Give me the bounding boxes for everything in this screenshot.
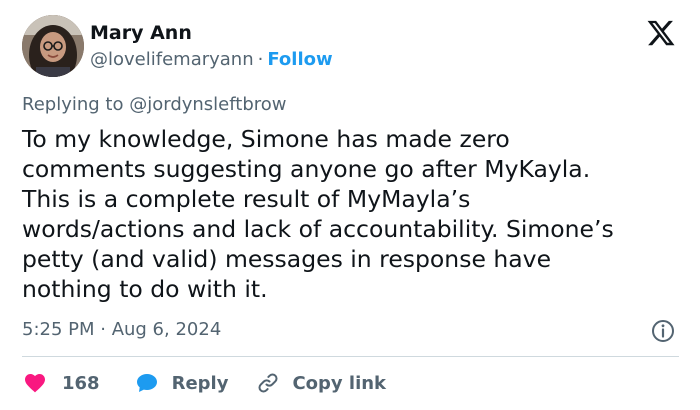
link-icon [258,373,278,393]
speech-bubble-icon [136,374,157,392]
author-handle-row: @lovelifemaryann · Follow [90,49,333,70]
heart-icon [25,374,45,393]
tweet-text: To my knowledge, Simone has made zero co… [22,124,682,304]
tweet-line: To my knowledge, Simone has made zero [22,125,510,153]
tweet-card: Mary Ann @lovelifemaryann · Follow Replyin… [0,0,700,410]
reply-button[interactable]: Reply [134,371,229,395]
tweet-timestamp[interactable]: 5:25 PM · Aug 6, 2024 [22,319,221,340]
avatar-image [22,15,84,77]
divider [22,356,679,357]
follow-button[interactable]: Follow [267,49,332,70]
copy-link-label: Copy link [292,372,387,394]
tweet-actions: 168 Reply Copy link [22,369,386,397]
avatar[interactable] [22,15,84,77]
tweet-line: comments suggesting anyone go after MyKa… [22,155,591,183]
tweet-line: words/actions and lack of accountability… [22,215,614,243]
tweet-line: This is a complete result of MyMayla’s [22,185,471,213]
x-logo-icon[interactable] [645,18,677,48]
like-button[interactable]: 168 [22,371,100,395]
separator-dot: · [257,49,264,70]
info-icon[interactable] [651,319,675,343]
author-handle[interactable]: @lovelifemaryann [90,49,254,70]
author-name[interactable]: Mary Ann [90,22,192,44]
like-count: 168 [62,372,100,394]
tweet-line: nothing to do with it. [22,275,268,303]
copy-link-button[interactable]: Copy link [256,371,386,395]
reply-mention-link[interactable]: @jordynsleftbrow [129,94,286,115]
tweet-line: petty (and valid) messages in response h… [22,245,552,273]
reply-label: Reply [171,372,229,394]
reply-context-prefix: Replying to [22,94,124,115]
reply-context: Replying to @jordynsleftbrow [22,94,287,115]
